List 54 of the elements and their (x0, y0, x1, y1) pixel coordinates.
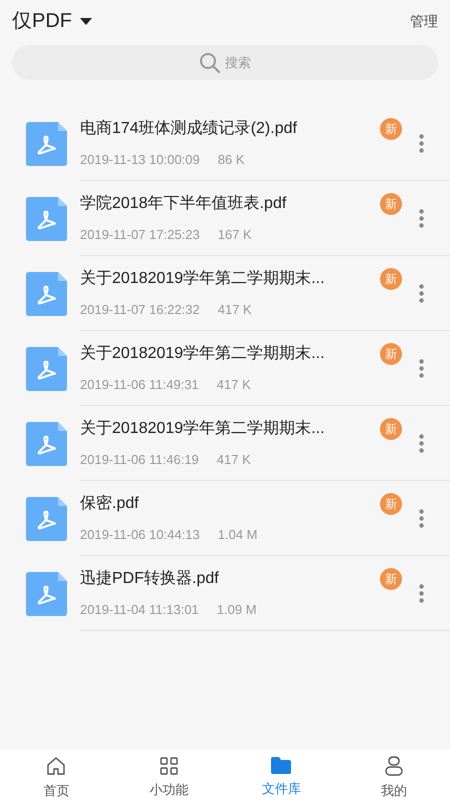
new-badge: 新 (380, 268, 402, 290)
dropdown-icon[interactable] (80, 18, 92, 24)
nav-tab[interactable]: 文件库 (262, 779, 301, 799)
file-size: 86 K (218, 150, 244, 169)
file-name[interactable]: 保密.pdf (80, 492, 139, 516)
more-icon[interactable] (419, 284, 424, 302)
file-date: 2019-11-07 16:22:32 (80, 300, 200, 319)
new-badge: 新 (380, 418, 402, 440)
pdf-file-icon (26, 572, 67, 616)
file-size: 167 K (218, 226, 252, 244)
pdf-file-icon (26, 122, 67, 166)
nav-tab[interactable]: 小功能 (149, 780, 188, 800)
file-name[interactable]: 关于20182019学年第二学期期末... (80, 342, 325, 366)
search-icon (199, 52, 221, 74)
more-icon[interactable] (419, 434, 424, 452)
new-badge: 新 (380, 493, 402, 515)
more-icon[interactable] (419, 358, 424, 378)
new-badge: 新 (380, 193, 402, 215)
nav-tab[interactable]: 我的 (380, 780, 407, 800)
pdf-file-icon (26, 272, 67, 316)
file-size: 1.04 M (218, 526, 258, 544)
file-date: 2019-11-13 10:00:09 (80, 150, 200, 169)
manage-button[interactable]: 管理 (410, 10, 438, 32)
filter-title[interactable]: 仅PDF (12, 6, 72, 36)
file-date: 2019-11-06 11:49:31 (80, 376, 199, 394)
new-badge: 新 (380, 118, 402, 140)
more-icon[interactable] (419, 508, 424, 528)
file-name[interactable]: 学院2018年下半年值班表.pdf (80, 192, 286, 216)
file-date: 2019-11-07 17:25:23 (80, 226, 200, 244)
file-size: 417 K (216, 376, 251, 394)
pdf-file-icon (26, 422, 67, 466)
file-name[interactable]: 关于20182019学年第二学期期末... (80, 416, 325, 441)
file-size: 1.09 M (216, 600, 257, 619)
pdf-file-icon (26, 496, 67, 540)
new-badge: 新 (380, 343, 402, 365)
file-date: 2019-11-06 10:44:13 (80, 526, 200, 544)
file-size: 417 K (218, 300, 252, 319)
home-icon (46, 756, 66, 776)
pdf-file-icon (26, 196, 67, 240)
nav-tab[interactable]: 首页 (43, 780, 70, 800)
file-date: 2019-11-06 11:46:19 (80, 450, 199, 469)
more-icon[interactable] (419, 134, 424, 152)
pdf-file-icon (26, 346, 67, 390)
new-badge: 新 (380, 568, 402, 590)
file-name[interactable]: 电商174班体测成绩记录(2).pdf (80, 116, 297, 141)
folder-icon (271, 757, 292, 774)
more-icon[interactable] (419, 208, 424, 228)
more-icon[interactable] (419, 584, 424, 602)
grid-icon (160, 756, 178, 775)
file-size: 417 K (216, 450, 251, 469)
file-date: 2019-11-04 11:13:01 (80, 600, 199, 619)
user-icon (384, 756, 403, 776)
file-name[interactable]: 迅捷PDF转换器.pdf (80, 566, 219, 591)
file-name[interactable]: 关于20182019学年第二学期期末... (80, 266, 325, 291)
